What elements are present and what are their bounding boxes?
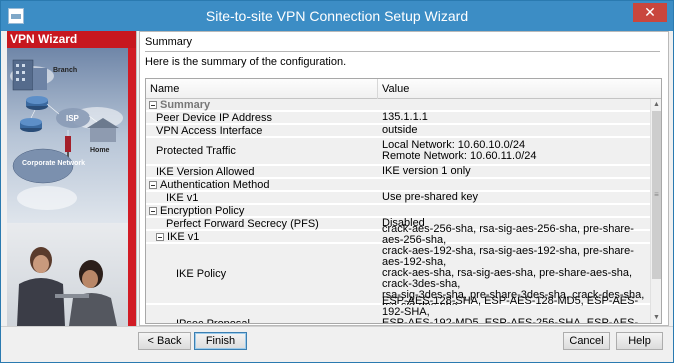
page-title: Summary [145, 36, 193, 48]
collapse-icon[interactable] [149, 180, 157, 189]
collapse-icon[interactable] [156, 232, 164, 241]
row-name-label: Authentication Method [160, 178, 270, 191]
row-name-label: IKE v1 [167, 230, 200, 243]
row-name-label: Summary [160, 99, 211, 111]
collapse-icon[interactable] [149, 206, 157, 215]
row-value-cell: Local Network: 10.60.10.0/24 Remote Netwo… [382, 138, 650, 164]
row-name-cell: IKE v1 [146, 230, 378, 243]
table-row[interactable]: IKE Version Allowed IKE version 1 only [146, 166, 650, 178]
row-name-cell: Encryption Policy [146, 204, 378, 217]
row-value-cell [382, 179, 650, 190]
row-name-cell: VPN Access Interface [146, 124, 378, 137]
footer-divider [1, 326, 673, 327]
row-value-line: IKE version 1 only [382, 165, 471, 177]
row-value-line: crack-aes-256-sha, rsa-sig-aes-256-sha, … [382, 223, 634, 246]
table-row[interactable]: IPsec Proposal ESP-AES-128-SHA, ESP-AES-1… [146, 296, 650, 324]
row-name-label: IKE Version Allowed [156, 165, 255, 178]
table-row[interactable]: Peer Device IP Address 135.1.1.1 [146, 112, 650, 124]
corporate-label: Corporate Network [22, 160, 85, 167]
row-name-cell: Peer Device IP Address [146, 111, 378, 124]
row-value-cell: Use pre-shared key [382, 192, 650, 203]
branch-label: Branch [53, 67, 77, 74]
window-title: Site-to-site VPN Connection Setup Wizard [205, 8, 469, 24]
row-value-cell: 135.1.1.1 [382, 112, 650, 123]
row-name-label: IPsec Proposal [176, 318, 250, 324]
vertical-scrollbar[interactable]: ▲ ≡ ▼ [650, 99, 661, 323]
isp-label: ISP [66, 114, 80, 123]
table-row[interactable]: Summary [146, 99, 650, 111]
row-name-label: Protected Traffic [156, 145, 236, 157]
row-value-line: crack-aes-192-sha, rsa-sig-aes-192-sha, … [382, 245, 634, 268]
network-illustration: Branch ISP Home Corporate Network [7, 48, 128, 326]
row-value-line: ESP-AES-192-MD5, ESP-AES-256-SHA, ESP-AE… [382, 317, 639, 324]
cancel-button[interactable]: Cancel [563, 332, 610, 350]
row-value-line: Remote Network: 10.60.11.0/24 [382, 150, 537, 162]
row-name-label: Peer Device IP Address [156, 111, 272, 124]
row-name-label: IKE v1 [166, 191, 199, 204]
sidebar-header: VPN Wizard [7, 31, 136, 48]
row-value-line: crack-aes-sha, rsa-sig-aes-sha, pre-shar… [382, 267, 633, 290]
row-value-cell: IKE version 1 only [382, 166, 650, 177]
wizard-window: Site-to-site VPN Connection Setup Wizard… [0, 0, 674, 363]
table-row[interactable]: Authentication Method [146, 179, 650, 191]
help-button[interactable]: Help [616, 332, 663, 350]
row-name-cell: Protected Traffic [146, 138, 378, 164]
intro-text: Here is the summary of the configuration… [145, 56, 347, 68]
row-value-line: Use pre-shared key [382, 191, 478, 203]
column-header-value[interactable]: Value [378, 79, 650, 99]
row-name-label: Perfect Forward Secrecy (PFS) [166, 217, 319, 230]
scroll-thumb[interactable]: ≡ [652, 111, 661, 279]
back-button[interactable]: < Back [138, 332, 191, 350]
title-bar: Site-to-site VPN Connection Setup Wizard… [1, 1, 673, 31]
row-name-label: Encryption Policy [160, 204, 245, 217]
summary-table: Name Value Summary Peer Device IP Address… [145, 78, 662, 324]
row-value-line: outside [382, 124, 418, 136]
row-value-cell [382, 99, 650, 110]
row-name-cell: Authentication Method [146, 178, 378, 191]
home-label: Home [90, 147, 110, 154]
row-name-cell: IKE Version Allowed [146, 165, 378, 178]
row-value-cell: ESP-AES-128-SHA, ESP-AES-128-MD5, ESP-AE… [382, 296, 650, 324]
wizard-sidebar: VPN Wizard Branch ISP Home Corporate Net… [7, 31, 137, 326]
wizard-content: Summary Here is the summary of the confi… [139, 31, 669, 326]
table-row[interactable]: IKE v1 Use pre-shared key [146, 192, 650, 204]
scroll-down-icon[interactable]: ▼ [651, 312, 661, 323]
row-value-cell: outside [382, 125, 650, 136]
grip-icon: ≡ [654, 190, 659, 199]
table-row[interactable]: Protected Traffic Local Network: 10.60.10… [146, 138, 650, 165]
row-value-line: 135.1.1.1 [382, 111, 428, 123]
row-name-cell: Summary [146, 99, 378, 111]
row-value-line: ESP-AES-128-SHA, ESP-AES-128-MD5, ESP-AE… [382, 295, 639, 318]
sidebar-accent-strip [128, 48, 136, 326]
column-header-name[interactable]: Name [146, 79, 378, 99]
table-row[interactable]: Encryption Policy [146, 205, 650, 217]
table-header: Name Value [146, 79, 661, 99]
scroll-up-icon[interactable]: ▲ [651, 99, 661, 110]
title-divider [145, 51, 660, 52]
row-name-cell: Perfect Forward Secrecy (PFS) [146, 217, 378, 230]
row-name-label: IKE Policy [176, 267, 227, 280]
row-name-cell: IKE v1 [146, 191, 378, 204]
table-body: Summary Peer Device IP Address 135.1.1.1 VP… [146, 99, 650, 323]
table-row[interactable]: VPN Access Interface outside [146, 125, 650, 137]
close-button[interactable]: ✕ [633, 3, 667, 22]
row-name-cell: IKE Policy [146, 244, 378, 303]
row-name-label: VPN Access Interface [156, 124, 263, 137]
row-value-cell [382, 205, 650, 216]
finish-button[interactable]: Finish [194, 332, 247, 350]
row-name-cell: IPsec Proposal [146, 305, 378, 324]
collapse-icon[interactable] [149, 100, 157, 109]
